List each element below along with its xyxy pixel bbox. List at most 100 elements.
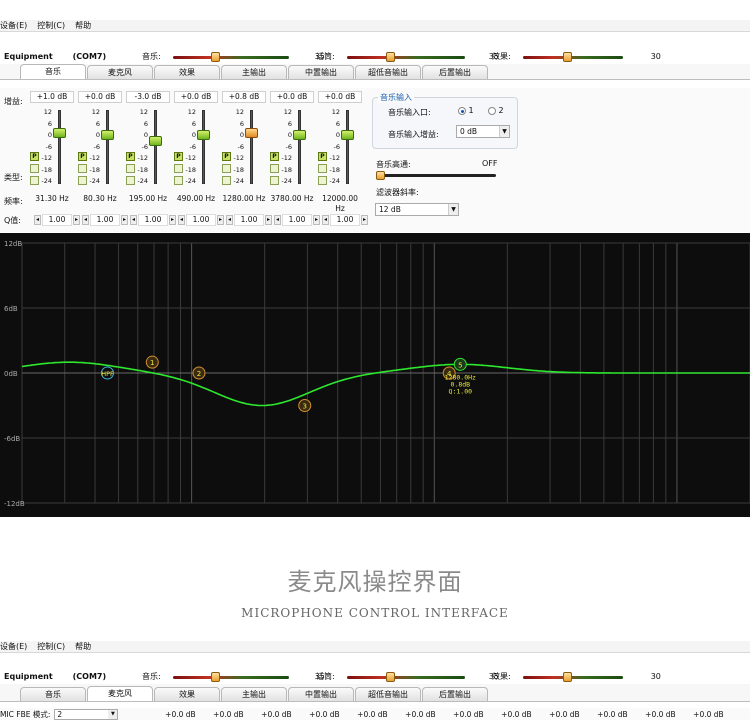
band-fader[interactable]: 12 6 0 -6 -12 -18 -24: [226, 108, 266, 186]
tab-1[interactable]: 麦克风: [87, 65, 153, 79]
menu-device[interactable]: 设备(E): [0, 641, 27, 652]
tab-0[interactable]: 音乐: [20, 687, 86, 701]
bottom-band-gain: +0.0 dB: [309, 709, 340, 719]
q-decrease-button[interactable]: ◂: [130, 215, 137, 225]
music-level-slider[interactable]: [172, 671, 289, 682]
tab-6[interactable]: 后置输出: [422, 65, 488, 79]
eq-response-svg[interactable]: 12dB6dB0dB-6dB-12dBHPF123451280.0Hz0.8dB…: [0, 233, 750, 517]
tab-4[interactable]: 中置输出: [288, 65, 354, 79]
menu-control[interactable]: 控制(C): [37, 641, 65, 652]
music-input-option-2[interactable]: 2: [488, 106, 504, 115]
fader-cap[interactable]: [149, 136, 162, 146]
music-level-slider[interactable]: [172, 51, 289, 62]
tab-5[interactable]: 超低音输出: [355, 687, 421, 701]
tab-6[interactable]: 后置输出: [422, 687, 488, 701]
mic-fbe-mode-select[interactable]: 2 ▼: [54, 708, 119, 720]
filter-type-indicator: [30, 176, 39, 185]
q-increase-button[interactable]: ▸: [313, 215, 320, 225]
scale-tick: 6: [95, 119, 100, 128]
fader-cap[interactable]: [341, 130, 354, 140]
mic-level-slider[interactable]: [346, 51, 465, 62]
effect-level: 效果: 30: [492, 51, 661, 62]
tab-3[interactable]: 主输出: [221, 687, 287, 701]
q-value[interactable]: 1.00: [186, 214, 216, 226]
filter-type-badge[interactable]: P: [222, 152, 231, 161]
filter-type-badge[interactable]: P: [318, 152, 327, 161]
menu-control[interactable]: 控制(C): [37, 20, 65, 31]
q-decrease-button[interactable]: ◂: [274, 215, 281, 225]
q-value[interactable]: 1.00: [234, 214, 264, 226]
fader-cap[interactable]: [53, 128, 66, 138]
highpass-label: 音乐高通:: [376, 160, 411, 169]
radio-2[interactable]: [488, 106, 496, 115]
scale-tick: -18: [185, 165, 196, 174]
filter-type-badge[interactable]: P: [30, 152, 39, 161]
type-row-label: 类型:: [4, 173, 23, 182]
q-decrease-button[interactable]: ◂: [34, 215, 41, 225]
q-value[interactable]: 1.00: [42, 214, 72, 226]
radio-1[interactable]: [458, 106, 466, 115]
tab-2[interactable]: 效果: [154, 65, 220, 79]
q-increase-button[interactable]: ▸: [73, 215, 80, 225]
filter-type-badge[interactable]: P: [270, 152, 279, 161]
q-decrease-button[interactable]: ◂: [82, 215, 89, 225]
q-decrease-button[interactable]: ◂: [322, 215, 329, 225]
scale-tick: -24: [41, 177, 52, 185]
filter-type-badge[interactable]: P: [78, 152, 87, 161]
q-value[interactable]: 1.00: [330, 214, 360, 226]
band-fader[interactable]: 12 6 0 -6 -12 -18 -24: [82, 108, 122, 186]
menu-help[interactable]: 帮助: [75, 641, 91, 652]
q-value[interactable]: 1.00: [138, 214, 168, 226]
band-frequency: 3780.00 Hz: [270, 194, 314, 203]
fader-cap[interactable]: [197, 130, 210, 140]
q-increase-button[interactable]: ▸: [265, 215, 272, 225]
slope-select[interactable]: 12 dB ▼: [375, 203, 459, 216]
filter-type-indicator: [78, 176, 87, 185]
tab-5[interactable]: 超低音输出: [355, 65, 421, 79]
eq-response-graph[interactable]: 12dB 6dB 0dB -6dB -12dB HPF 1 2 3 4 5 1280.0Hz 0.8dB…: [0, 233, 750, 517]
tab-bar: 音乐 麦克风 效果 主输出 中置输出 超低音输出 后置输出: [0, 64, 750, 80]
q-value[interactable]: 1.00: [90, 214, 120, 226]
filter-type-indicator: [174, 164, 183, 173]
band-fader[interactable]: 12 6 0 -6 -12 -18 -24: [34, 108, 74, 186]
band-fader[interactable]: 12 6 0 -6 -12 -18 -24: [322, 108, 362, 186]
music-input-option-1[interactable]: 1: [458, 106, 474, 115]
effect-level-slider[interactable]: [522, 671, 623, 682]
fader-cap[interactable]: [101, 130, 114, 140]
menu-device[interactable]: 设备(E): [0, 20, 27, 31]
tab-3[interactable]: 主输出: [221, 65, 287, 79]
tab-0[interactable]: 音乐: [20, 64, 86, 79]
q-increase-button[interactable]: ▸: [169, 215, 176, 225]
q-increase-button[interactable]: ▸: [121, 215, 128, 225]
tab-4[interactable]: 中置输出: [288, 687, 354, 701]
q-decrease-button[interactable]: ◂: [226, 215, 233, 225]
tab-1[interactable]: 麦克风: [87, 686, 153, 701]
effect-level-slider[interactable]: [522, 51, 623, 62]
filter-type-badge[interactable]: P: [126, 152, 135, 161]
highpass-slider[interactable]: [376, 171, 496, 180]
device-name: Equipment: [4, 671, 53, 681]
menu-help[interactable]: 帮助: [75, 20, 91, 31]
mic-fbe-row: MIC FBE 模式: 2 ▼ +0.0 dB +0.0 dB +0.0 dB +0.…: [0, 708, 750, 720]
scale-tick: 12: [283, 108, 292, 116]
eq-node-label: 1: [150, 359, 154, 367]
filter-type-indicator: [222, 164, 231, 173]
band-fader[interactable]: 12 6 0 -6 -12 -18 -24: [274, 108, 314, 186]
tab-2[interactable]: 效果: [154, 687, 220, 701]
band-fader[interactable]: 12 6 0 -6 -12 -18 -24: [130, 108, 170, 186]
filter-type-badge[interactable]: P: [174, 152, 183, 161]
device-port: (COM7): [72, 671, 107, 681]
mic-level-slider[interactable]: [346, 671, 465, 682]
fader-cap[interactable]: [293, 130, 306, 140]
band-fader[interactable]: 12 6 0 -6 -12 -18 -24: [178, 108, 218, 186]
fader-cap[interactable]: [245, 128, 258, 139]
q-value[interactable]: 1.00: [282, 214, 312, 226]
bottom-band-gain: +0.0 dB: [453, 709, 484, 719]
eq-response-curve: [21, 361, 750, 407]
q-increase-button[interactable]: ▸: [217, 215, 224, 225]
music-level: 音乐: 35: [142, 51, 325, 62]
scale-tick: -24: [137, 177, 148, 185]
q-increase-button[interactable]: ▸: [361, 215, 368, 225]
music-input-gain-select[interactable]: 0 dB ▼: [456, 125, 510, 138]
q-decrease-button[interactable]: ◂: [178, 215, 185, 225]
